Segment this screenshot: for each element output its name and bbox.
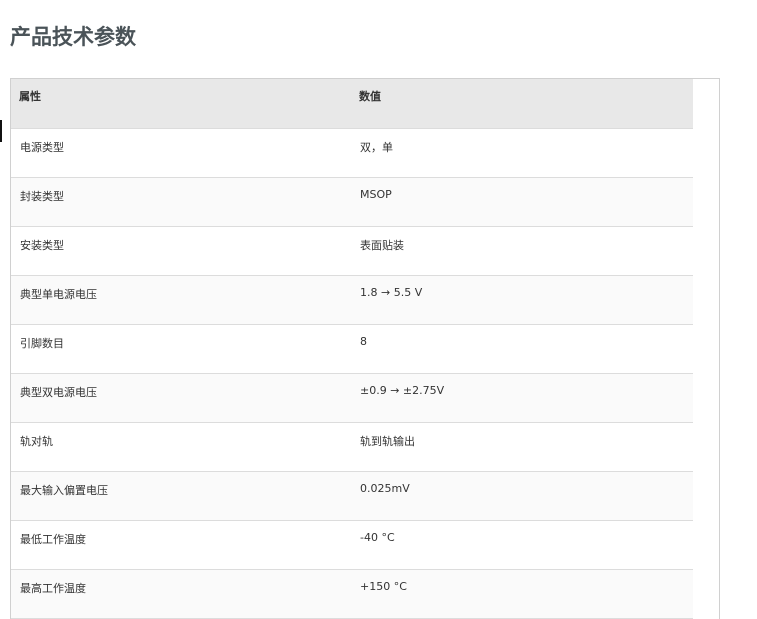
- left-edge-marker: [0, 120, 2, 142]
- table-row: 典型单电源电压 1.8 → 5.5 V: [11, 275, 693, 325]
- cell-attribute: 最低工作温度: [11, 520, 351, 570]
- cell-value: 轨到轨输出: [351, 422, 693, 472]
- table-header-row: 属性 数值: [11, 79, 693, 129]
- spec-table: 属性 数值 电源类型 双，单 封装类型 MSOP 安装类型 表面贴装 典型单电源…: [11, 79, 693, 619]
- cell-attribute: 典型单电源电压: [11, 275, 351, 325]
- cell-attribute: 轨对轨: [11, 422, 351, 472]
- cell-value: 8: [351, 324, 693, 374]
- cell-value: -40 °C: [351, 520, 693, 570]
- cell-value: 1.8 → 5.5 V: [351, 275, 693, 325]
- cell-attribute: 最大输入偏置电压: [11, 471, 351, 521]
- cell-attribute: 封装类型: [11, 177, 351, 227]
- cell-value: ±0.9 → ±2.75V: [351, 373, 693, 423]
- page-title: 产品技术参数: [10, 25, 136, 49]
- cell-attribute: 引脚数目: [11, 324, 351, 374]
- page: 产品技术参数 属性 数值 电源类型 双，单 封装类型 MSOP 安装类型 表面贴…: [0, 0, 757, 619]
- table-row: 轨对轨 轨到轨输出: [11, 422, 693, 472]
- table-row: 最大输入偏置电压 0.025mV: [11, 471, 693, 521]
- cell-value: 双，单: [351, 128, 693, 178]
- cell-value: 0.025mV: [351, 471, 693, 521]
- cell-attribute: 最高工作温度: [11, 569, 351, 619]
- table-row: 安装类型 表面贴装: [11, 226, 693, 276]
- cell-value: 表面贴装: [351, 226, 693, 276]
- cell-value: +150 °C: [351, 569, 693, 619]
- cell-value: MSOP: [351, 177, 693, 227]
- spec-table-container: 属性 数值 电源类型 双，单 封装类型 MSOP 安装类型 表面贴装 典型单电源…: [10, 78, 720, 619]
- column-header-attribute: 属性: [11, 79, 351, 129]
- table-row: 最高工作温度 +150 °C: [11, 569, 693, 619]
- column-header-value: 数值: [351, 79, 693, 129]
- cell-attribute: 典型双电源电压: [11, 373, 351, 423]
- table-row: 封装类型 MSOP: [11, 177, 693, 227]
- table-row: 最低工作温度 -40 °C: [11, 520, 693, 570]
- cell-attribute: 安装类型: [11, 226, 351, 276]
- table-row: 典型双电源电压 ±0.9 → ±2.75V: [11, 373, 693, 423]
- table-row: 电源类型 双，单: [11, 128, 693, 178]
- cell-attribute: 电源类型: [11, 128, 351, 178]
- table-row: 引脚数目 8: [11, 324, 693, 374]
